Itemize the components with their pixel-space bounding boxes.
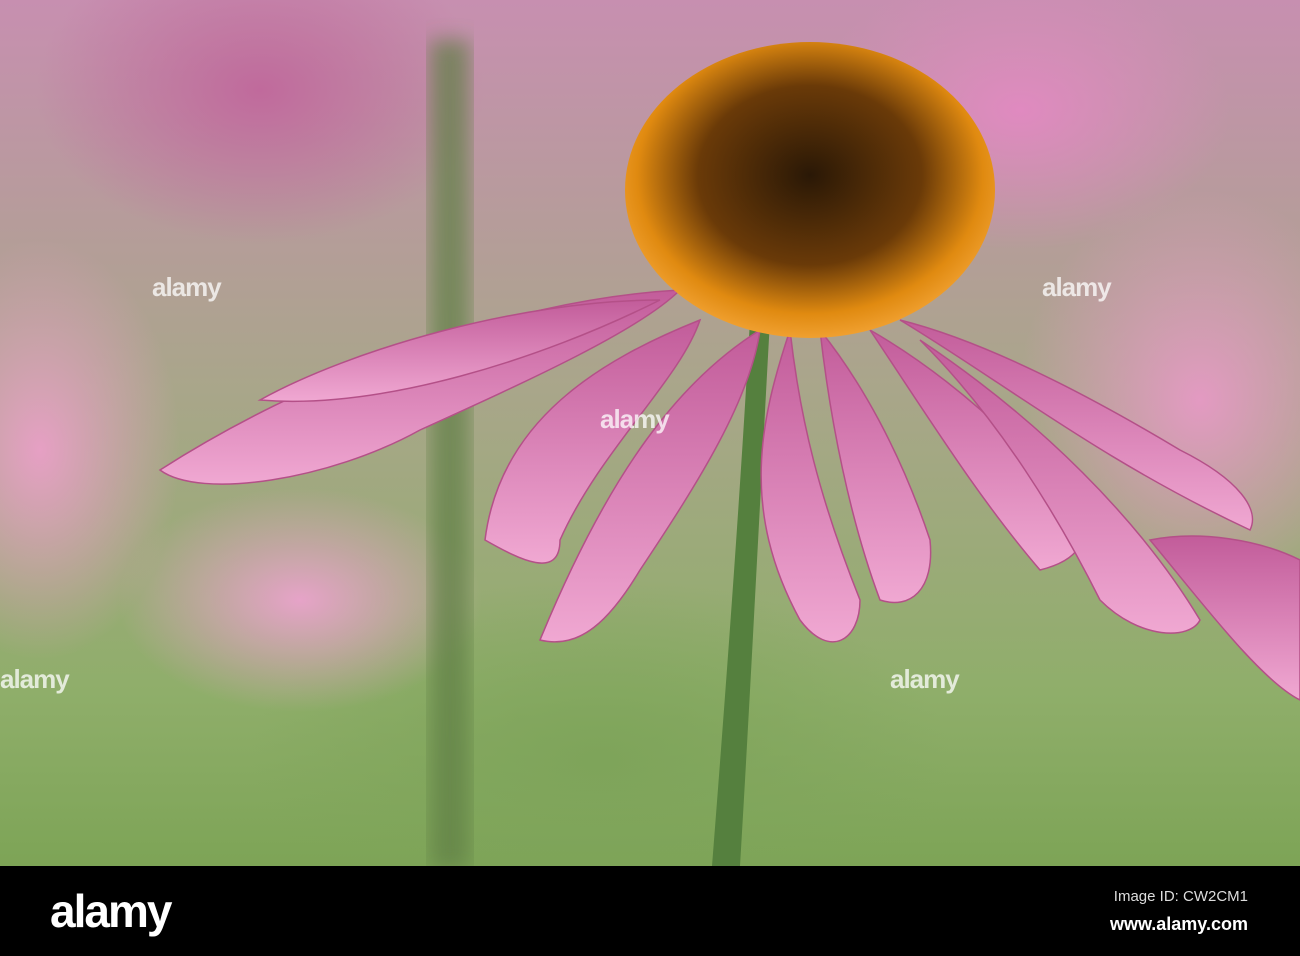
footer-bar: alamy Image ID: CW2CM1 www.alamy.com [0,866,1300,956]
watermark: alamy [152,272,222,302]
flower-photo: alamy alamy alamy alamy alamy [0,0,1300,866]
image-id: Image ID: CW2CM1 [1113,888,1248,905]
watermark: alamy [1042,272,1112,302]
watermark: alamy [600,404,670,434]
flower-cone [625,42,995,338]
website-link[interactable]: www.alamy.com [1110,914,1248,935]
watermark: alamy [0,664,70,694]
background-stems [430,40,470,866]
alamy-logo: alamy [50,885,172,937]
watermark: alamy [890,664,960,694]
